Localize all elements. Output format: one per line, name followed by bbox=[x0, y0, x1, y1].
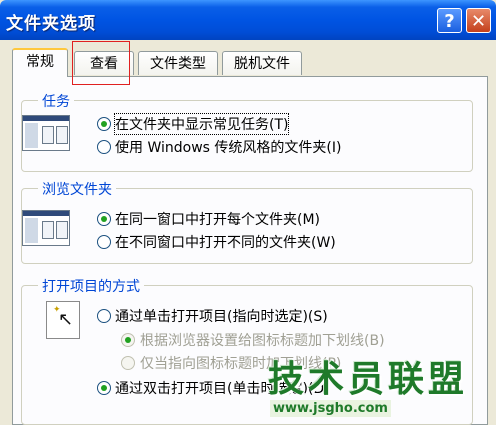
tasks-group-title: 任务 bbox=[38, 91, 74, 111]
radio-show-common-tasks[interactable] bbox=[97, 117, 111, 131]
site-watermark: 技术员联盟 www.jsgho.com bbox=[268, 350, 494, 425]
label-single-click[interactable]: 通过单击打开项目(指向时选定)(S) bbox=[115, 306, 328, 326]
label-classic-folders[interactable]: 使用 Windows 传统风格的文件夹(I) bbox=[115, 137, 341, 157]
tab-offline-files[interactable]: 脱机文件 bbox=[222, 51, 302, 75]
help-button[interactable]: ? bbox=[437, 8, 462, 33]
watermark-text: 技术员联盟 bbox=[268, 359, 469, 400]
tab-file-types[interactable]: 文件类型 bbox=[138, 51, 218, 75]
radio-underline-browser[interactable] bbox=[121, 333, 135, 347]
radio-separate-windows[interactable] bbox=[97, 235, 111, 249]
radio-classic-folders[interactable] bbox=[97, 140, 111, 154]
tab-view-highlight-box bbox=[72, 41, 130, 85]
tasks-preview-icon bbox=[22, 115, 70, 151]
window-title: 文件夹选项 bbox=[6, 14, 96, 34]
click-group-title: 打开项目的方式 bbox=[38, 276, 144, 296]
browse-group-title: 浏览文件夹 bbox=[38, 179, 116, 199]
radio-double-click[interactable] bbox=[97, 381, 111, 395]
tasks-group: 任务 bbox=[21, 91, 473, 172]
close-button[interactable]: ✕ bbox=[466, 8, 491, 33]
label-separate-windows[interactable]: 在不同窗口中打开不同的文件夹(W) bbox=[115, 232, 336, 252]
radio-underline-hover[interactable] bbox=[121, 356, 135, 370]
title-bar[interactable]: 文件夹选项 ? ✕ bbox=[0, 0, 496, 40]
radio-single-click[interactable] bbox=[97, 309, 111, 323]
radio-same-window[interactable] bbox=[97, 212, 111, 226]
label-show-common-tasks[interactable]: 在文件夹中显示常见任务(T) bbox=[113, 113, 290, 135]
folder-options-dialog: 文件夹选项 ? ✕ 常规 查看 文件类型 脱机文件 任务 在文件夹中显示常见任务… bbox=[0, 0, 496, 425]
browse-preview-icon bbox=[22, 210, 70, 246]
label-underline-browser[interactable]: 根据浏览器设置给图标标题加下划线(B) bbox=[140, 330, 385, 350]
label-same-window[interactable]: 在同一窗口中打开每个文件夹(M) bbox=[115, 209, 320, 229]
tab-general[interactable]: 常规 bbox=[12, 48, 68, 77]
cursor-icon: ✦ ↖ bbox=[46, 301, 80, 339]
watermark-url: www.jsgho.com bbox=[270, 400, 391, 417]
